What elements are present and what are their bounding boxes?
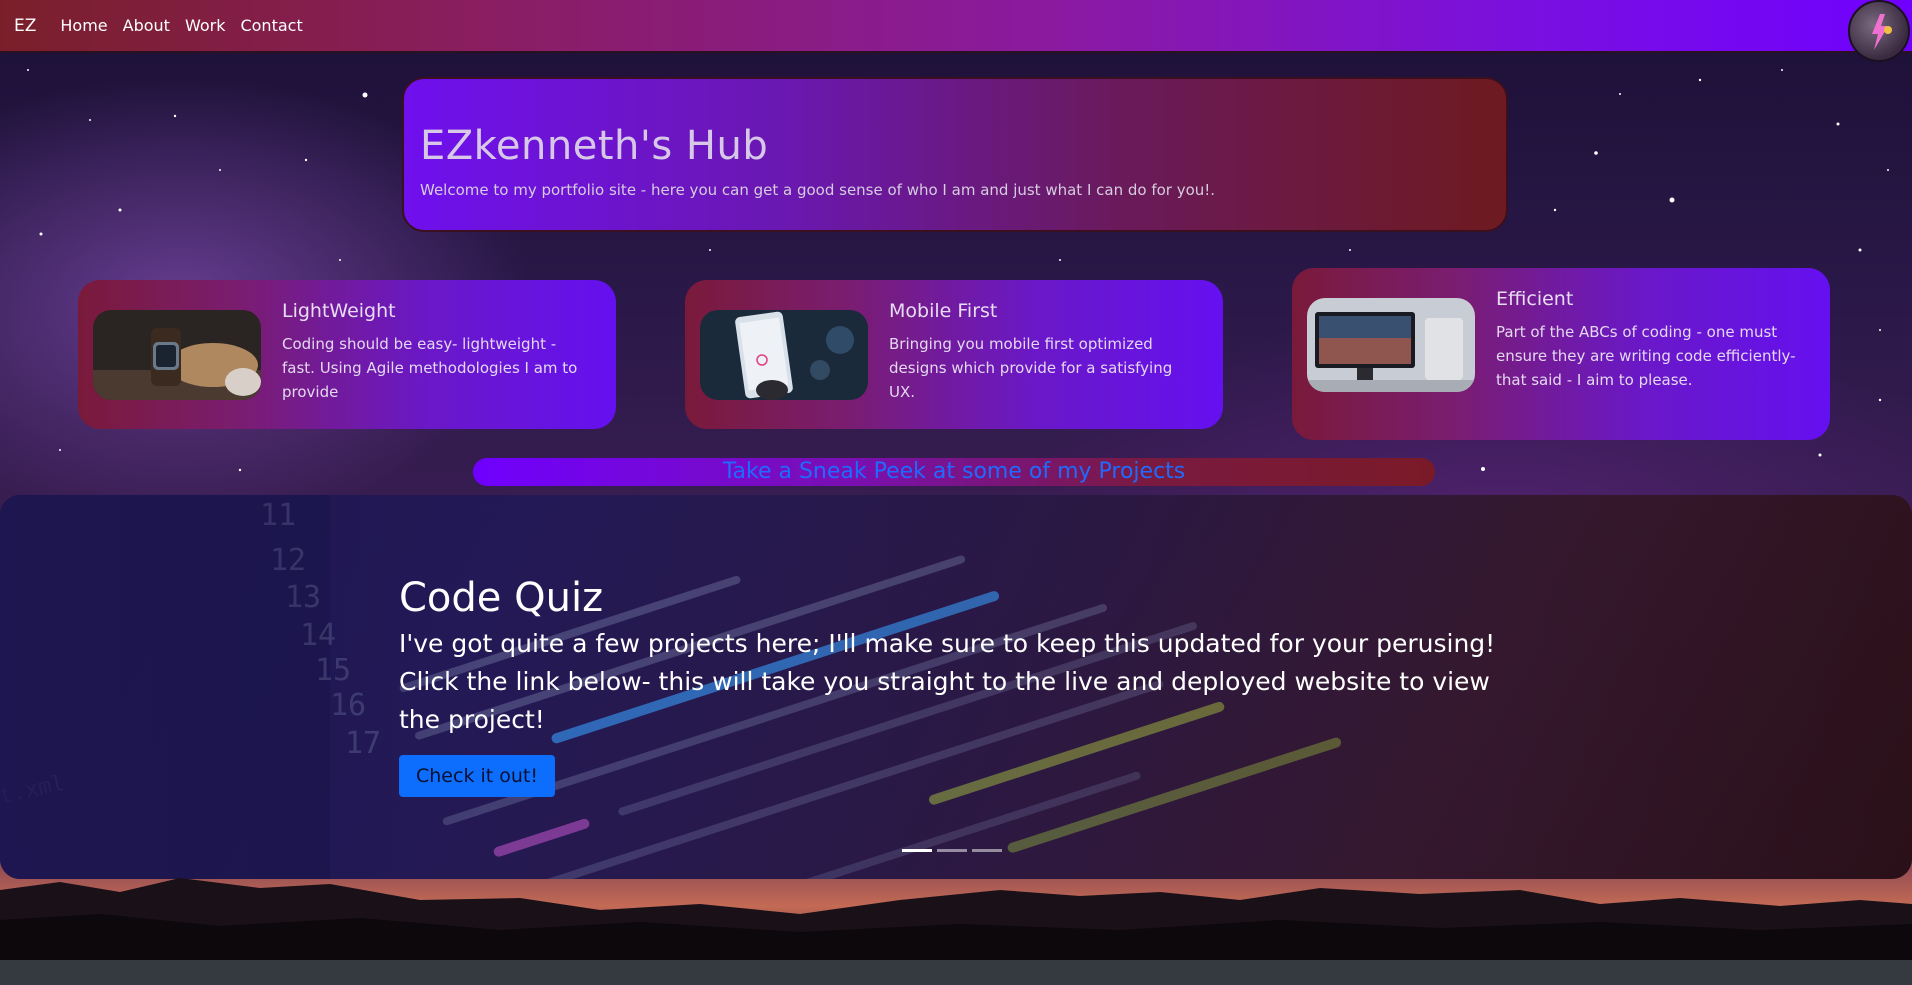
hero-banner: EZkenneth's Hub Welcome to my portfolio … [402, 77, 1508, 232]
nav-link-about[interactable]: About [123, 16, 170, 35]
card-text: Bringing you mobile first optimized desi… [889, 335, 1173, 401]
card-title: Mobile First [889, 300, 998, 322]
hero-subtitle: Welcome to my portfolio site - here you … [420, 181, 1216, 199]
card-body: LightWeight Coding should be easy- light… [282, 300, 592, 404]
mountain-silhouette [0, 878, 1912, 960]
slide-title: Code Quiz [399, 575, 604, 621]
sneak-peek-link[interactable]: Take a Sneak Peek at some of my Projects [473, 458, 1435, 486]
carousel-indicators [902, 849, 1002, 852]
nav-link-work[interactable]: Work [185, 16, 226, 35]
slide-description: I've got quite a few projects here; I'll… [399, 629, 1496, 734]
carousel-indicator-1[interactable] [902, 849, 932, 852]
lightning-logo-icon [1872, 14, 1892, 50]
brand-logo[interactable]: EZ [14, 16, 36, 36]
card-text: Coding should be easy- lightweight - fas… [282, 335, 578, 401]
computer-setup-photo [1307, 298, 1475, 392]
page-title: EZkenneth's Hub [420, 123, 769, 169]
wristwatch-photo [93, 310, 261, 400]
nav-link-contact[interactable]: Contact [240, 16, 302, 35]
footer [0, 960, 1912, 985]
card-text: Part of the ABCs of coding - one must en… [1496, 323, 1796, 389]
card-body: Mobile First Bringing you mobile first o… [889, 300, 1199, 404]
feature-card-mobile-first: Mobile First Bringing you mobile first o… [685, 280, 1223, 429]
navbar: EZ Home About Work Contact [0, 0, 1912, 62]
carousel-indicator-2[interactable] [937, 849, 967, 852]
projects-carousel: 11 12 13 14 15 16 17 t.xml Code Quiz I'v… [0, 495, 1912, 879]
carousel-slide: Code Quiz I've got quite a few projects … [399, 575, 1519, 797]
card-title: Efficient [1496, 288, 1574, 310]
carousel-indicator-3[interactable] [972, 849, 1002, 852]
feature-card-efficient: Efficient Part of the ABCs of coding - o… [1292, 268, 1830, 440]
avatar[interactable] [1848, 0, 1910, 62]
card-body: Efficient Part of the ABCs of coding - o… [1496, 288, 1806, 392]
feature-card-lightweight: LightWeight Coding should be easy- light… [78, 280, 616, 429]
card-title: LightWeight [282, 300, 396, 322]
nav-link-home[interactable]: Home [60, 16, 107, 35]
smartphone-photo [700, 310, 868, 400]
check-it-out-button[interactable]: Check it out! [399, 755, 555, 797]
